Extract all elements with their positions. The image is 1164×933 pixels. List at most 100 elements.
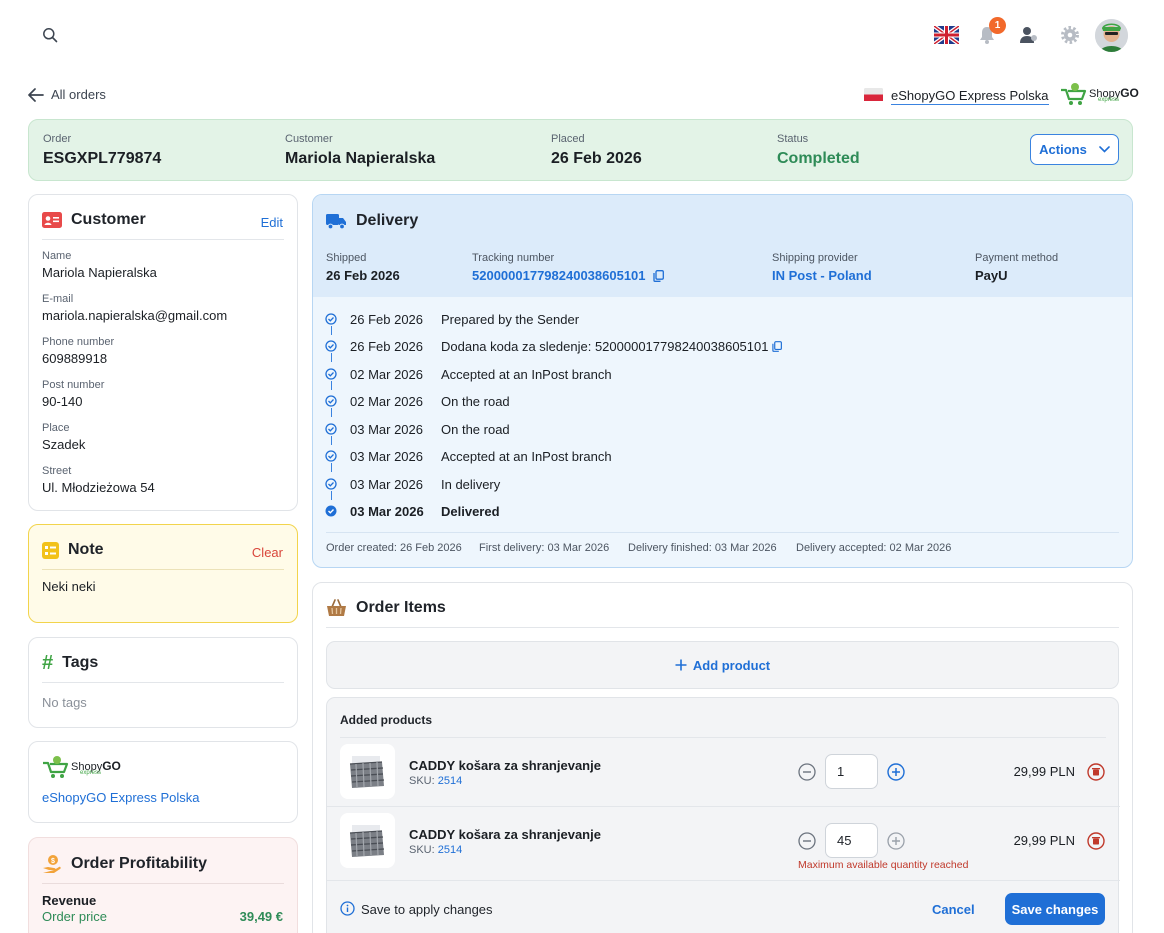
delete-product-button[interactable] [1087, 763, 1105, 781]
street-label: Street [42, 465, 72, 477]
gear-icon[interactable] [1061, 26, 1079, 44]
status-label: Status [777, 133, 809, 145]
search-icon[interactable] [42, 27, 58, 43]
tracking-label: Tracking number [472, 252, 555, 264]
delivery-finished-text: Delivery finished: 03 Mar 2026 [628, 542, 777, 554]
placed-label: Placed [551, 133, 585, 145]
truck-icon [326, 213, 347, 230]
quantity-input[interactable]: 45 [825, 823, 878, 858]
check-circle-icon [325, 423, 337, 435]
actions-button[interactable]: Actions [1030, 134, 1119, 165]
product-thumbnail [340, 813, 395, 868]
product-name: CADDY košara za shranjevanje [409, 758, 601, 773]
check-circle-filled-icon [325, 505, 337, 517]
logo-text-b: GO [1120, 86, 1139, 100]
avatar[interactable] [1095, 19, 1128, 52]
order-id: ESGXPL779874 [43, 150, 162, 167]
added-products-label: Added products [340, 713, 432, 727]
first-delivery-text: First delivery: 03 Mar 2026 [479, 542, 610, 554]
delete-product-button[interactable] [1087, 832, 1105, 850]
cart-logo-icon [1061, 83, 1087, 105]
timeline-connector [331, 353, 332, 362]
email-label: E-mail [42, 293, 74, 305]
product-name: CADDY košara za shranjevanje [409, 827, 601, 842]
timeline-item: 03 Mar 2026 On the road [313, 420, 1132, 440]
check-circle-icon [325, 478, 337, 490]
edit-customer-link[interactable]: Edit [261, 215, 283, 230]
hash-icon: # [42, 652, 54, 674]
store-card-logo: ShopyGO express [42, 755, 121, 779]
delivery-card-title: Delivery [326, 212, 418, 230]
decrease-qty-button[interactable] [798, 763, 816, 781]
customer-label: Customer [285, 133, 333, 145]
chevron-down-icon [1099, 146, 1110, 153]
increase-qty-button[interactable] [887, 763, 905, 781]
profitability-card-title: $ Order Profitability [42, 854, 207, 874]
timeline-item: 03 Mar 2026 In delivery [313, 475, 1132, 495]
order-summary-strip: Order ESGXPL779874 Customer Mariola Napi… [28, 119, 1133, 181]
timeline-item: 02 Mar 2026 On the road [313, 392, 1132, 412]
decrease-qty-button[interactable] [798, 832, 816, 850]
cart-logo-icon [43, 756, 69, 778]
revenue-label: Revenue [42, 893, 97, 908]
logo-text-b: GO [102, 759, 121, 773]
tracking-number[interactable]: 520000017798240038605101 [472, 268, 664, 283]
user-icon[interactable] [1018, 25, 1038, 45]
provider-value[interactable]: IN Post - Poland [772, 268, 872, 283]
uk-flag-icon[interactable] [934, 26, 959, 44]
placed-date: 26 Feb 2026 [551, 150, 642, 167]
name-label: Name [42, 250, 72, 262]
divider [340, 737, 1106, 738]
added-products-panel: Added products CADDY košara za shranjeva… [326, 697, 1120, 933]
order-created-text: Order created: 26 Feb 2026 [326, 542, 462, 554]
check-circle-icon [325, 450, 337, 462]
tags-card-title: # Tags [42, 652, 99, 674]
street-value: Ul. Młodzieżowa 54 [42, 480, 155, 495]
note-text[interactable]: Neki neki [42, 579, 95, 594]
post-number-label: Post number [42, 379, 105, 391]
customer-name: Mariola Napieralska [285, 150, 436, 167]
quantity-input[interactable]: 1 [825, 754, 878, 789]
order-items-title: Order Items [326, 599, 446, 617]
order-items-card: Order Items Add product Added products C… [312, 582, 1133, 933]
divider [327, 806, 1120, 807]
product-sku[interactable]: 2514 [438, 775, 462, 787]
timeline-connector [331, 463, 332, 472]
copy-icon[interactable] [652, 269, 664, 282]
product-sku[interactable]: 2514 [438, 844, 462, 856]
clear-note-link[interactable]: Clear [252, 545, 283, 560]
note-card: Note Clear Neki neki [28, 524, 298, 623]
cancel-button[interactable]: Cancel [932, 902, 975, 917]
order-price-label: Order price [42, 909, 108, 924]
increase-qty-button-disabled [887, 832, 905, 850]
copy-icon[interactable] [772, 341, 783, 352]
actions-label: Actions [1039, 142, 1087, 157]
sku-label: SKU: [409, 775, 435, 787]
back-link[interactable]: All orders [28, 87, 106, 102]
store-name-link[interactable]: eShopyGO Express Polska [891, 88, 1049, 105]
back-link-label: All orders [51, 87, 106, 102]
id-card-icon [42, 212, 62, 228]
divider [327, 880, 1120, 881]
svg-text:$: $ [51, 858, 55, 865]
max-quantity-warning: Maximum available quantity reached [798, 859, 969, 871]
name-value: Mariola Napieralska [42, 265, 157, 280]
timeline-connector [331, 326, 332, 335]
poland-flag-icon [864, 88, 883, 101]
shipped-label: Shipped [326, 252, 367, 264]
customer-card-title: Customer [42, 211, 146, 229]
add-product-button[interactable]: Add product [326, 641, 1119, 689]
sku-label: SKU: [409, 844, 435, 856]
save-changes-button[interactable]: Save changes [1005, 893, 1105, 925]
top-bar: 1 [0, 0, 1164, 70]
store-link[interactable]: eShopyGO Express Polska [42, 790, 200, 805]
divider [326, 627, 1119, 628]
product-price: 29,99 PLN [1013, 764, 1075, 779]
status-value: Completed [777, 150, 860, 167]
store-logo: ShopyGO express [1060, 82, 1139, 106]
no-tags-text: No tags [42, 695, 87, 710]
delivery-header [313, 195, 1132, 297]
check-circle-icon [325, 368, 337, 380]
order-label: Order [43, 133, 72, 145]
timeline-item: 26 Feb 2026 Prepared by the Sender [313, 310, 1132, 330]
